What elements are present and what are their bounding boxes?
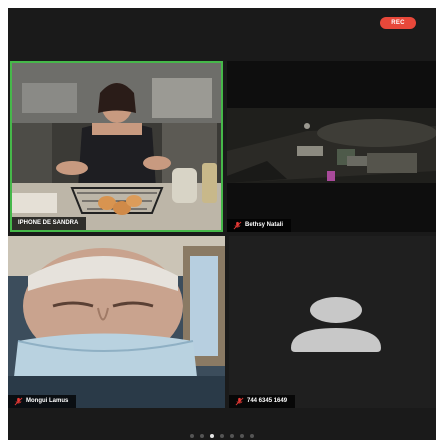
- top-bar: REC: [8, 8, 436, 60]
- page-dot[interactable]: [220, 434, 224, 438]
- participant-name: 744 6345 1649: [247, 398, 288, 404]
- page-dot[interactable]: [240, 434, 244, 438]
- participant-name-tag: 744 6345 1649: [229, 395, 296, 408]
- page-indicator[interactable]: [8, 432, 436, 440]
- video-feed-elderly-man: [8, 236, 225, 408]
- video-tile-mongui[interactable]: Mongui Lamus: [8, 236, 225, 408]
- meeting-screen: REC IPHONE DE SANDRA Bethsy Natali Mongu…: [8, 8, 436, 440]
- recording-badge: REC: [380, 17, 416, 29]
- microphone-muted-icon: [14, 397, 23, 406]
- microphone-muted-icon: [235, 397, 244, 406]
- video-feed-dark-room: [227, 61, 436, 232]
- video-feed-kitchen: [12, 63, 221, 230]
- microphone-muted-icon: [233, 221, 242, 230]
- participant-name-tag: Mongui Lamus: [8, 395, 77, 408]
- page-dot[interactable]: [210, 434, 214, 438]
- page-dot[interactable]: [200, 434, 204, 438]
- video-tile-bethsy[interactable]: Bethsy Natali: [227, 61, 436, 232]
- participant-name: Mongui Lamus: [26, 398, 69, 404]
- participant-name-tag: IPHONE DE SANDRA: [12, 217, 87, 230]
- video-tile-phone-number[interactable]: 744 6345 1649: [229, 236, 436, 408]
- page-dot[interactable]: [190, 434, 194, 438]
- participant-name: Bethsy Natali: [245, 222, 284, 228]
- video-tile-sandra[interactable]: IPHONE DE SANDRA: [10, 61, 223, 232]
- avatar-placeholder-icon: [229, 236, 436, 408]
- participant-name: IPHONE DE SANDRA: [18, 220, 79, 226]
- page-dot[interactable]: [230, 434, 234, 438]
- participant-name-tag: Bethsy Natali: [227, 219, 292, 232]
- page-dot[interactable]: [250, 434, 254, 438]
